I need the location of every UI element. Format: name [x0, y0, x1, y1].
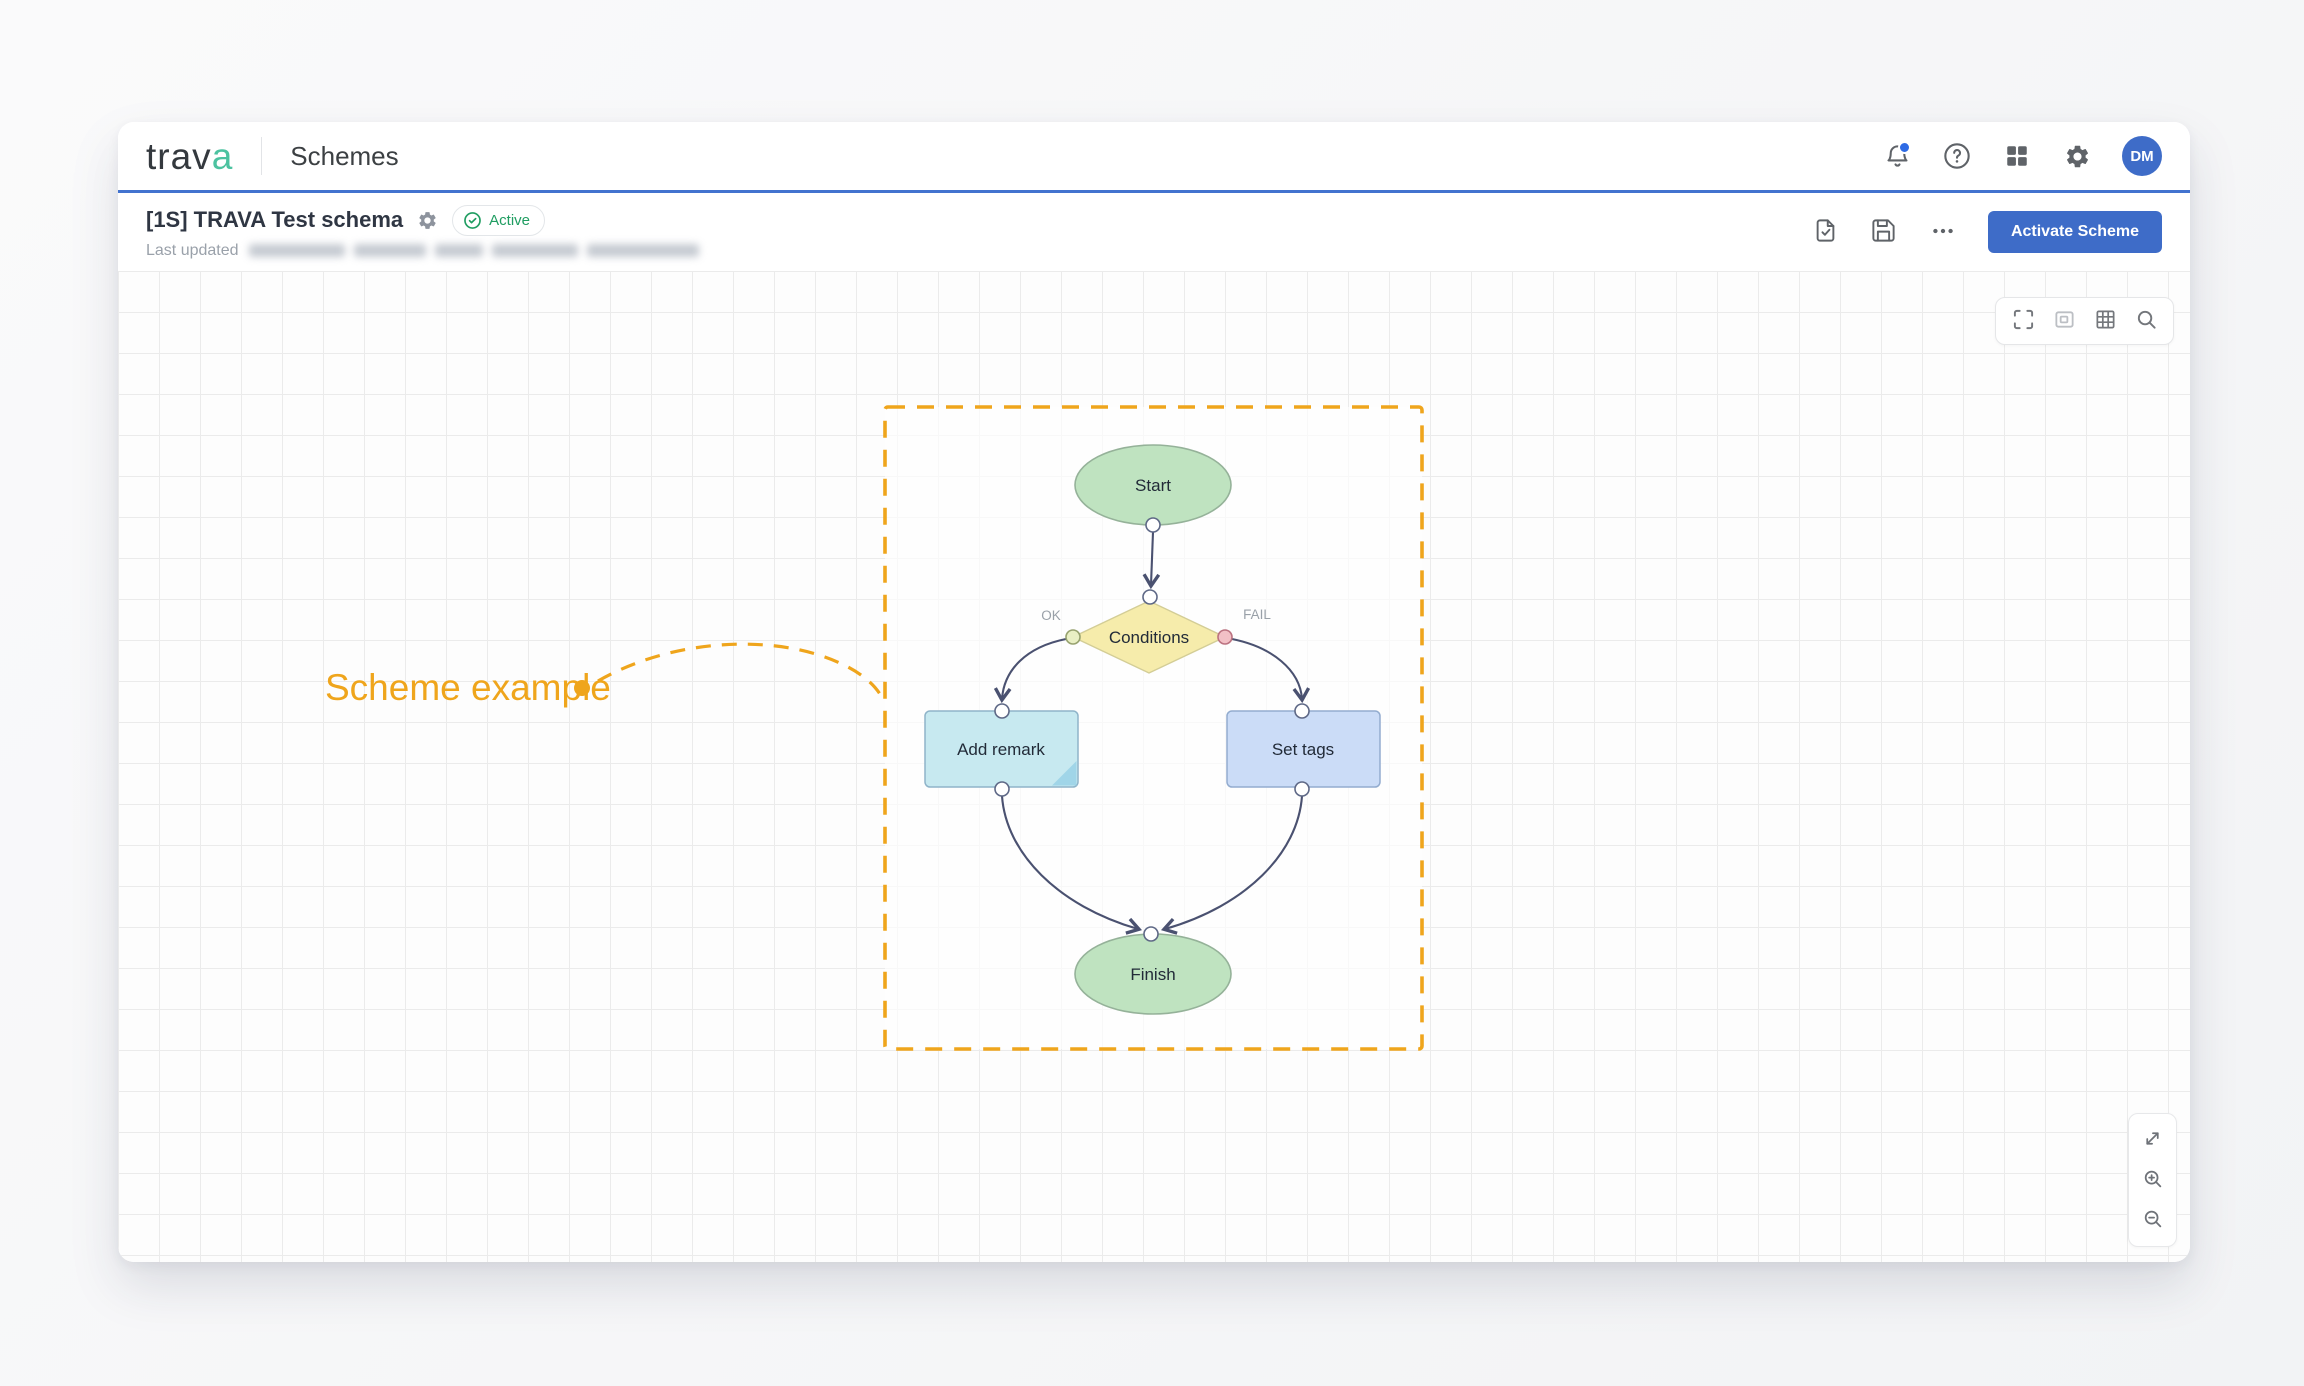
apps-button[interactable]: [2002, 141, 2032, 171]
save-floppy-icon: [1870, 217, 1897, 247]
validate-scheme-button[interactable]: [1812, 218, 1840, 246]
notification-dot: [1898, 141, 1911, 154]
gear-icon: [2064, 143, 2091, 170]
save-scheme-button[interactable]: [1870, 218, 1898, 246]
settings-button[interactable]: [2062, 141, 2092, 171]
fit-view-button[interactable]: [2011, 309, 2035, 333]
redacted-timestamp: [249, 244, 699, 257]
flowchart-svg: Scheme example Start: [118, 271, 2190, 1262]
branch-ok-label: OK: [1041, 608, 1061, 623]
expand-icon: [2142, 1128, 2163, 1152]
header-divider: [261, 137, 262, 175]
minimap-button[interactable]: [2052, 309, 2076, 333]
more-options-button[interactable]: [1928, 218, 1958, 246]
help-icon: [1943, 142, 1971, 170]
notifications-button[interactable]: [1882, 141, 1912, 171]
status-label: Active: [489, 212, 530, 229]
header-actions: DM: [1882, 136, 2162, 176]
activate-scheme-button[interactable]: Activate Scheme: [1988, 211, 2162, 253]
port-start-bottom[interactable]: [1146, 518, 1160, 532]
expand-button[interactable]: [2141, 1128, 2165, 1152]
port-conditions-fail[interactable]: [1218, 630, 1232, 644]
minimap-icon: [2053, 308, 2076, 334]
zoom-out-icon: [2142, 1208, 2164, 1233]
help-button[interactable]: [1942, 141, 1972, 171]
check-circle-icon: [463, 211, 482, 230]
user-avatar[interactable]: DM: [2122, 136, 2162, 176]
scheme-actions: Activate Scheme: [1812, 211, 2162, 253]
node-finish[interactable]: Finish: [1075, 934, 1231, 1014]
last-updated-row: Last updated: [146, 242, 699, 260]
scheme-title: [1S] TRAVA Test schema: [146, 207, 403, 233]
status-badge: Active: [452, 205, 545, 236]
page-title: Schemes: [290, 141, 398, 172]
port-add-remark-bottom[interactable]: [995, 782, 1009, 796]
zoom-out-button[interactable]: [2141, 1208, 2165, 1232]
node-set-tags[interactable]: Set tags: [1227, 711, 1380, 787]
branch-fail-label: FAIL: [1243, 607, 1271, 622]
last-updated-label: Last updated: [146, 242, 239, 260]
logo-accent: a: [212, 136, 234, 177]
zoom-in-button[interactable]: [2141, 1168, 2165, 1192]
node-add-remark-label: Add remark: [957, 740, 1045, 759]
zoom-in-icon: [2142, 1168, 2164, 1193]
apps-grid-icon: [2004, 143, 2030, 169]
port-add-remark-top[interactable]: [995, 704, 1009, 718]
port-set-tags-top[interactable]: [1295, 704, 1309, 718]
annotation-label[interactable]: Scheme example: [325, 667, 611, 708]
ellipsis-icon: [1930, 218, 1956, 247]
node-start-label: Start: [1135, 476, 1171, 495]
grid-icon: [2094, 308, 2117, 334]
canvas-toolbar: [1995, 297, 2174, 345]
zoom-panel: [2128, 1113, 2177, 1247]
node-finish-label: Finish: [1130, 965, 1175, 984]
trava-logo[interactable]: trava: [146, 138, 233, 175]
top-header: trava Schemes: [118, 122, 2190, 193]
canvas-search-button[interactable]: [2134, 309, 2158, 333]
grid-toggle-button[interactable]: [2093, 309, 2117, 333]
scheme-info: [1S] TRAVA Test schema A: [146, 205, 699, 260]
app-window: trava Schemes: [118, 122, 2190, 1262]
port-conditions-ok[interactable]: [1066, 630, 1080, 644]
node-start[interactable]: Start: [1075, 445, 1231, 525]
node-set-tags-label: Set tags: [1272, 740, 1334, 759]
port-conditions-top[interactable]: [1143, 590, 1157, 604]
port-finish-top[interactable]: [1144, 927, 1158, 941]
desktop-background: trava Schemes: [0, 0, 2304, 1386]
document-check-icon: [1812, 217, 1839, 247]
port-set-tags-bottom[interactable]: [1295, 782, 1309, 796]
fit-view-icon: [2012, 308, 2035, 334]
node-add-remark[interactable]: Add remark: [925, 711, 1078, 787]
annotation-dot: [574, 680, 590, 696]
scheme-settings-gear-icon[interactable]: [417, 210, 438, 231]
annotation-connector: [598, 644, 884, 702]
search-icon: [2135, 308, 2158, 334]
logo-text: trav: [146, 136, 212, 177]
scheme-canvas[interactable]: Scheme example Start: [118, 271, 2190, 1262]
scheme-bar: [1S] TRAVA Test schema A: [118, 193, 2190, 271]
node-conditions-label: Conditions: [1109, 628, 1189, 647]
